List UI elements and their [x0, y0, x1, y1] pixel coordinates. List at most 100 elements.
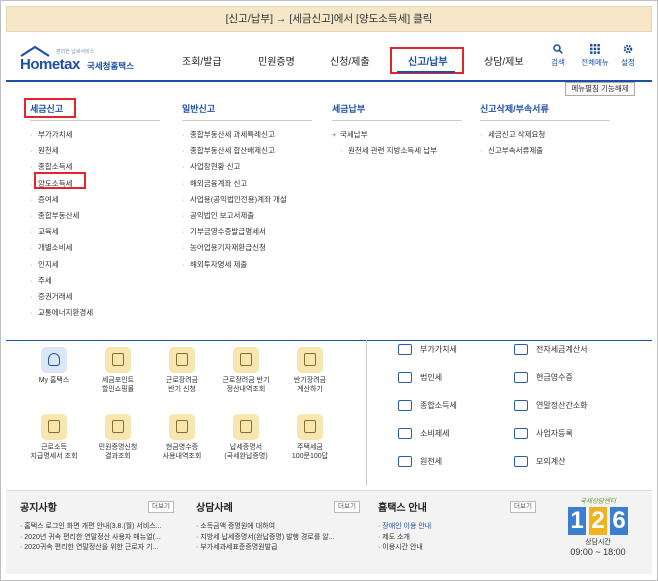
call-digit: 2	[589, 507, 607, 535]
service-e-tax-invoice[interactable]: 전자세금계산서	[514, 344, 588, 358]
grid-icon	[590, 44, 600, 54]
search-button[interactable]: 검색	[544, 44, 572, 68]
menu-item-general[interactable]: · 사업장현황 신고	[182, 160, 312, 176]
receipt-icon	[169, 414, 195, 440]
service-consumption-tax[interactable]: 소비제세	[398, 428, 449, 442]
quick-link-my-hometax[interactable]: My 홈택스	[26, 347, 82, 386]
guide-item[interactable]: · 장애인 이용 안내	[378, 522, 538, 533]
site-header: 편리한 납세서비스 Hometax 국세청홈택스 조회/발급 민원증명 신청/제…	[6, 40, 652, 80]
quick-link-label: 민원증명신청 결과조회	[98, 444, 138, 460]
quick-link-earned-income-settle[interactable]: 근로장려금 반기 정산내역조회	[218, 347, 274, 394]
menu-item-delete-request[interactable]: · 세금신고 삭제요청	[480, 128, 610, 144]
quick-link-tax-payment-cert[interactable]: 납세증명서 (국세완납증명)	[218, 414, 274, 461]
case-item[interactable]: · 지방세 납세증명서(완납증명) 발행 경로를 알...	[196, 533, 366, 544]
gnb-item-inquiry[interactable]: 조회/발급	[182, 53, 222, 68]
quick-link-label: 반기장려금 계산하기	[293, 377, 327, 393]
menu-expand-off-button[interactable]: 메뉴펼침 기능해제	[565, 82, 635, 96]
gnb-item-application[interactable]: 신청/제출	[330, 53, 370, 68]
logo-tagline: 편리한 납세서비스	[56, 49, 95, 55]
menu-column-title[interactable]: 일반신고	[182, 102, 312, 118]
quick-link-certificate-result[interactable]: 민원증명신청 결과조회	[90, 414, 146, 461]
menu-item-gift-tax[interactable]: · 증여세	[30, 193, 160, 209]
cash-receipt-icon	[514, 372, 528, 383]
service-withholding-tax[interactable]: 원천세	[398, 456, 442, 470]
case-item[interactable]: · 부가세과세표준증명원발급	[196, 543, 366, 554]
menu-item-general[interactable]: · 종합부동산세 과세특례신고	[182, 128, 312, 144]
gnb-item-consult[interactable]: 상담/제보	[484, 53, 524, 68]
income-tax-icon	[398, 400, 412, 411]
menu-item-stamp-tax[interactable]: · 인지세	[30, 258, 160, 274]
hometax-logo[interactable]: 편리한 납세서비스 Hometax 국세청홈택스	[20, 45, 150, 75]
column-divider	[332, 120, 462, 121]
call-center-slogan: 국세상담센터	[580, 498, 616, 505]
cases-more-button[interactable]: 더보기	[334, 501, 360, 513]
quick-link-label: 납세증명서 (국세완납증명)	[224, 444, 268, 460]
all-menu-button[interactable]: 전체메뉴	[578, 44, 612, 68]
menu-item-transport-energy-tax[interactable]: · 교통에너지환경세	[30, 306, 160, 322]
menu-item-vat[interactable]: · 부가가치세	[30, 128, 160, 144]
guide-item[interactable]: · 이용시간 안내	[378, 543, 538, 554]
menu-item-general[interactable]: · 농어업용기자재환급신청	[182, 241, 312, 257]
quick-link-cash-receipt[interactable]: 현금영수증 사용내역조회	[154, 414, 210, 461]
menu-column-delete-attachments: 신고삭제/부속서류 · 세금신고 삭제요청 · 신고부속서류제출	[480, 102, 610, 160]
menu-item-comprehensive-realty-tax[interactable]: · 종합부동산세	[30, 209, 160, 225]
service-corporate-tax[interactable]: 법인세	[398, 372, 442, 386]
quick-link-label: 세금포인트 할인쇼핑몰	[101, 377, 135, 393]
service-simulation[interactable]: 모의계산	[514, 456, 565, 470]
guide-item[interactable]: · 제도 소개	[378, 533, 538, 544]
menu-item-general[interactable]: · 기부금영수증발급명세서	[182, 225, 312, 241]
menu-item-general[interactable]: · 해외금융계좌 신고	[182, 177, 312, 193]
gnb-item-certificate[interactable]: 민원증명	[258, 53, 295, 68]
person-icon	[514, 428, 528, 439]
menu-item-general[interactable]: · 공익법인 보고서제출	[182, 209, 312, 225]
service-year-end-settlement[interactable]: 연말정산간소화	[514, 400, 588, 414]
calculator-heart-icon	[297, 347, 323, 373]
invoice-icon	[514, 344, 528, 355]
menu-column-title[interactable]: 세금납부	[332, 102, 462, 118]
guide-more-button[interactable]: 더보기	[510, 501, 536, 513]
notice-more-button[interactable]: 더보기	[148, 501, 174, 513]
quick-link-tax-point[interactable]: 세금포인트 할인쇼핑몰	[90, 347, 146, 394]
menu-item-local-income-tax-payment[interactable]: · 원천세 관련 지방소득세 납부	[332, 144, 462, 160]
quick-link-label: 근로장려금 반기 신청	[165, 377, 199, 393]
diamond-icon	[398, 428, 412, 439]
menu-item-securities-tax[interactable]: · 증권거래세	[30, 290, 160, 306]
menu-column-general-report: 일반신고 · 종합부동산세 과세특례신고 · 종합부동산세 합산배제신고 · 사업장현…	[182, 102, 312, 274]
quick-link-earned-income-apply[interactable]: 근로장려금 반기 신청	[154, 347, 210, 394]
quick-link-half-year-calc[interactable]: 반기장려금 계산하기	[282, 347, 338, 394]
document-icon	[41, 414, 67, 440]
settings-button[interactable]: 설정	[614, 44, 642, 68]
menu-column-title[interactable]: 신고삭제/부속서류	[480, 102, 610, 118]
notice-item[interactable]: · 2020귀속 편리한 연말정산을 위한 근로자 기...	[20, 543, 180, 554]
all-menu-label: 전체메뉴	[581, 58, 609, 67]
menu-item-liquor-tax[interactable]: · 주세	[30, 274, 160, 290]
certificate-icon	[233, 414, 259, 440]
column-divider	[30, 120, 160, 121]
menu-item-general[interactable]: · 종합부동산세 합산배제신고	[182, 144, 312, 160]
column-divider	[480, 120, 610, 121]
menu-item-withholding[interactable]: · 원천세	[30, 144, 160, 160]
heart-hand-icon	[169, 347, 195, 373]
quick-link-payment-statement[interactable]: 근로소득 지급명세서 조회	[26, 414, 82, 461]
point-card-icon	[105, 347, 131, 373]
menu-item-education-tax[interactable]: · 교육세	[30, 225, 160, 241]
menu-item-excise-tax[interactable]: · 개별소비세	[30, 241, 160, 257]
service-business-registration[interactable]: 사업자등록	[514, 428, 573, 442]
logo-brand-kr: 국세청홈택스	[87, 61, 134, 71]
service-income-tax[interactable]: 종합소득세	[398, 400, 457, 414]
menu-item-general[interactable]: · 해외투자명세 제출	[182, 258, 312, 274]
notice-item[interactable]: · 홈택스 로그인 화면 개편 안내(3.8.(월) 서비스...	[20, 522, 180, 533]
menu-column-tax-report: 세금신고 · 부가가치세 · 원천세 · 종합소득세 · 양도소득세 · 증여세 · 종합부…	[30, 102, 160, 322]
case-item[interactable]: · 소득금액 증명원에 대하여	[196, 522, 366, 533]
menu-item-general[interactable]: · 사업용(공익법인전용)계좌 개설	[182, 193, 312, 209]
service-cash-receipt[interactable]: 현금영수증	[514, 372, 573, 386]
calculator-icon	[514, 456, 528, 467]
menu-item-attachments[interactable]: · 신고부속서류제출	[480, 144, 610, 160]
quick-link-label: 근로장려금 반기 정산내역조회	[222, 377, 270, 393]
notice-item[interactable]: · 2020년 귀속 편리한 연말정산 사용자 매뉴얼(...	[20, 533, 180, 544]
call-center-number: 1 2 6	[566, 507, 630, 535]
tax-report-highlight	[24, 98, 76, 118]
menu-item-national-tax-payment[interactable]: + 국세납부	[332, 128, 462, 144]
service-vat[interactable]: 부가가치세	[398, 344, 457, 358]
quick-link-housing-tax-qa[interactable]: 주택세금 100문100답	[282, 414, 338, 461]
